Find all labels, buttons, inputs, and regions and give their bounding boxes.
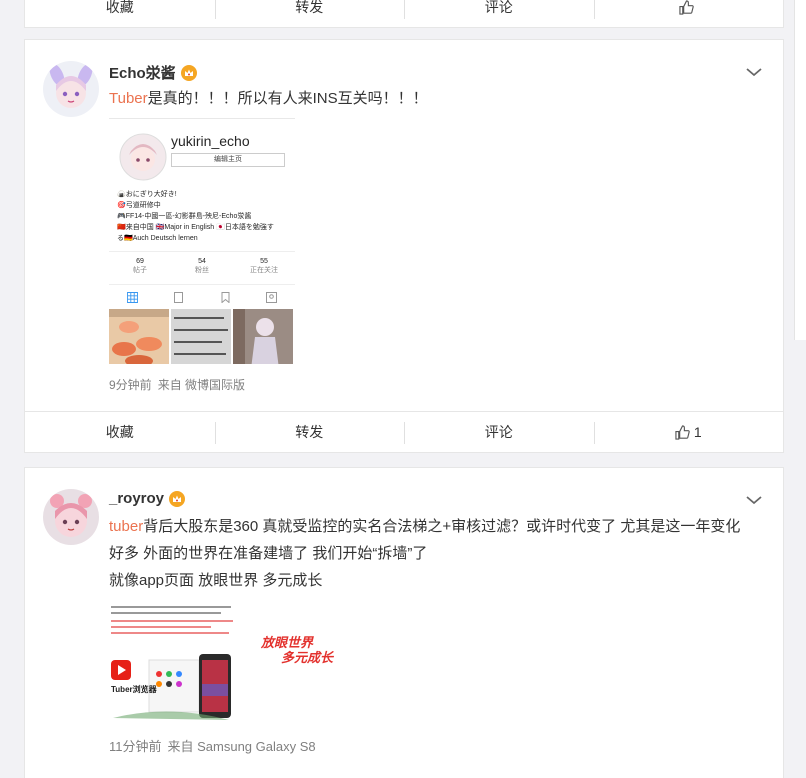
post-image[interactable]: Tuber浏览器 放眼世界 多元成长	[109, 602, 335, 722]
ig-tab-row	[109, 287, 295, 307]
ig-bio: 🍙おにぎり大好き! 🎯弓道研修中 🎮FF14-中國一區-幻影群島-殃尼-Echo…	[117, 189, 274, 244]
bio-line: 🎯弓道研修中	[117, 202, 161, 209]
repost-button[interactable]: 转发	[214, 0, 405, 27]
ig-stat-num: 54	[198, 258, 206, 265]
favorite-button[interactable]: 收藏	[25, 0, 215, 27]
anime-avatar-image	[43, 61, 99, 117]
profile-photo	[119, 133, 167, 181]
username[interactable]: Echo泶酱	[109, 62, 176, 83]
favorite-label: 收藏	[105, 424, 134, 440]
comment-label: 评论	[484, 424, 513, 440]
comment-button[interactable]: 评论	[404, 0, 594, 27]
post-time[interactable]: 11分钟前	[109, 739, 162, 754]
grid-icon	[126, 291, 138, 303]
repost-button[interactable]: 转发	[214, 412, 405, 452]
bio-line: 🍙おにぎり大好き!	[117, 191, 177, 198]
post-meta: 11分钟前 来自 Samsung Galaxy S8	[109, 736, 316, 755]
post-image[interactable]: yukirin_echo 编辑主页 🍙おにぎり大好き! 🎯弓道研修中 🎮FF14…	[109, 118, 295, 364]
post-text: Tuber是真的！！！所以有人来INS互关吗！！！	[109, 85, 757, 112]
ig-photo-grid	[109, 309, 295, 364]
bookmark-icon	[221, 291, 230, 303]
name-row: Echo泶酱	[109, 62, 197, 83]
post-time[interactable]: 9分钟前	[109, 378, 152, 392]
post-source: 来自 微博国际版	[157, 378, 246, 392]
vip-crown-icon	[180, 64, 197, 81]
cosplay-photo	[233, 309, 293, 364]
tuber-brand: Tuber浏览器	[111, 685, 157, 694]
ig-stat-num: 69	[136, 258, 144, 265]
favorite-label: 收藏	[105, 0, 134, 15]
post-body: 是真的！！！所以有人来INS互关吗！！！	[147, 90, 428, 107]
slogan-2: 多元成长	[281, 650, 334, 665]
ig-stat-num: 55	[260, 258, 268, 265]
post-text: tuber背后大股东是360 真就受监控的实名合法梯之+审核过滤？或许时代变了 …	[109, 513, 743, 594]
feed-icon	[174, 291, 184, 303]
ig-handle: yukirin_echo	[171, 133, 250, 149]
previous-post-action-bar: 收藏 转发 评论	[24, 0, 784, 28]
post-card-2: _royroy tuber背后大股东是360 真就受监控的实名合法梯之+审核过滤…	[24, 467, 784, 778]
favorite-button[interactable]: 收藏	[25, 412, 215, 452]
scrollbar-track[interactable]	[794, 0, 806, 340]
sushi-photo	[109, 309, 169, 364]
ig-stat: 55 正在关注	[233, 252, 295, 284]
ig-stat-label: 正在关注	[250, 267, 278, 274]
tagged-icon	[266, 291, 278, 303]
ig-edit-profile: 编辑主页	[171, 153, 285, 167]
like-count: 1	[693, 424, 702, 440]
post-body-line: 就像app页面 放眼世界 多元成长	[109, 572, 323, 589]
post-body: 背后大股东是360 真就受监控的实名合法梯之+审核过滤？或许时代变了 尤其是这一…	[109, 518, 741, 562]
bio-line: 🇨🇳来自中国 🇬🇧Major in English 🇯🇵日本語を勉強す	[117, 224, 274, 231]
name-row: _royroy	[109, 490, 186, 507]
repost-label: 转发	[295, 424, 324, 440]
thumbs-up-icon	[679, 0, 694, 15]
post-1-action-bar: 收藏 转发 评论 1	[24, 411, 784, 453]
username[interactable]: _royroy	[109, 490, 164, 507]
avatar[interactable]	[43, 61, 99, 117]
repost-label: 转发	[295, 0, 324, 15]
vip-crown-icon	[169, 490, 186, 507]
comment-button[interactable]: 评论	[404, 412, 594, 452]
bio-line: 🎮FF14-中國一區-幻影群島-殃尼-Echo泶酱	[117, 213, 252, 220]
post-meta: 9分钟前 来自 微博国际版	[109, 376, 245, 393]
post-card-1: Echo泶酱 Tuber是真的！！！所以有人来INS互关吗！！！ yukirin…	[24, 39, 784, 413]
ig-stat-label: 帖子	[133, 267, 147, 274]
avatar[interactable]	[43, 489, 99, 545]
text-photo	[171, 309, 231, 364]
tuber-link[interactable]: Tuber	[109, 90, 148, 107]
chevron-down-icon[interactable]	[745, 66, 763, 78]
thumbs-up-icon	[675, 424, 690, 440]
like-button[interactable]: 1	[593, 412, 784, 452]
tuber-link[interactable]: tuber	[109, 518, 143, 535]
post-source: 来自 Samsung Galaxy S8	[167, 739, 316, 754]
comment-label: 评论	[484, 0, 513, 15]
like-button[interactable]	[593, 0, 784, 27]
ig-stat-label: 粉丝	[195, 267, 209, 274]
bio-line: る🇩🇪Auch Deutsch lernen	[117, 235, 198, 242]
ig-stat: 54 粉丝	[171, 252, 233, 284]
ig-stat: 69 帖子	[109, 252, 171, 284]
chevron-down-icon[interactable]	[745, 494, 763, 506]
anime-avatar-image	[43, 489, 99, 545]
ig-stats: 69 帖子 54 粉丝 55 正在关注	[109, 251, 295, 285]
